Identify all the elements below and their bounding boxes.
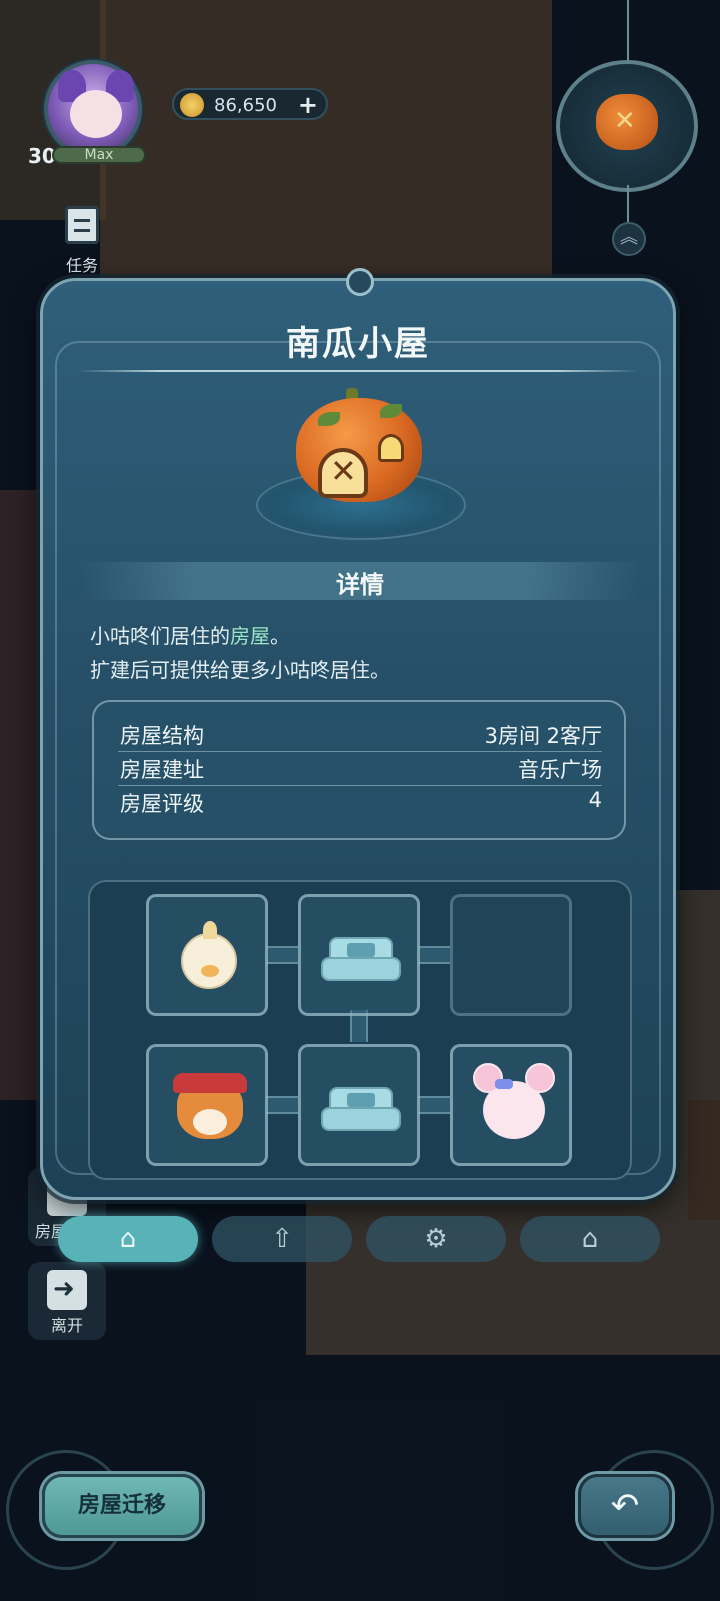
sofa-cushion [347,1093,375,1107]
sofa-seat [321,1107,401,1131]
fox-character-icon [173,1073,247,1139]
desc-prefix: 小咕咚们居住的 [90,624,230,648]
sofa-icon [321,937,401,985]
level-progress-bar: Max [52,146,146,164]
fox-muzzle [193,1109,227,1135]
info-label: 房屋结构 [120,724,204,748]
coin-icon [180,93,204,117]
quest-button[interactable]: 任务 [56,206,108,280]
panel-top-ornament [346,268,374,296]
tab-residents[interactable]: ⚙ [366,1216,506,1262]
cat-settings-icon: ⚙ [424,1224,448,1254]
house-move-button[interactable]: 房屋迁移 [42,1474,202,1538]
section-title: 详情 [336,571,384,599]
house-icon: ⌂ [119,1224,137,1254]
room-slot-6[interactable] [450,1044,572,1166]
pumpkin-house-mini-icon [596,94,658,150]
leave-label: 离开 [50,1316,83,1335]
quest-scroll-icon [65,206,99,244]
desc-suffix: 。 [270,624,290,648]
exit-icon [47,1270,87,1310]
room-connector [418,1096,450,1114]
player-avatar[interactable] [44,60,142,158]
tab-upgrade[interactable]: ⇧ [212,1216,352,1262]
room-slot-5[interactable] [298,1044,420,1166]
undo-arrow-icon: ↶ [610,1486,640,1526]
chick-beak [201,965,219,977]
house-wrench-icon: ⌂ [581,1224,599,1254]
chevron-up-icon[interactable]: ︽ [612,222,646,256]
sofa-icon [321,1087,401,1135]
leave-button[interactable]: 离开 [28,1262,106,1340]
title-divider [76,370,640,372]
info-value: 4 [588,788,602,812]
sofa-cushion [347,943,375,957]
back-button[interactable]: ↶ [578,1474,672,1538]
house-medallion[interactable] [556,60,698,192]
pumpkin-window [378,434,404,462]
chick-tuft [203,921,217,939]
tab-house-settings[interactable]: ⌂ [520,1216,660,1262]
upgrade-arrow-icon: ⇧ [271,1224,293,1254]
coin-counter: 86,650 + [172,88,328,120]
room-slot-3-empty[interactable] [450,894,572,1016]
tab-house-info[interactable]: ⌂ [58,1216,198,1262]
info-value: 3房间 2客厅 [484,724,602,748]
desc-highlight: 房屋 [230,624,270,648]
info-row-structure: 房屋结构 3房间 2客厅 [118,718,602,752]
mouse-character-icon [473,1063,555,1139]
panel-title: 南瓜小屋 [286,324,430,364]
avatar-face [70,90,122,138]
sofa-seat [321,957,401,981]
info-value: 音乐广场 [518,758,602,782]
coin-amount: 86,650 [214,95,277,116]
info-label: 房屋评级 [120,792,204,816]
room-slot-4[interactable] [146,1044,268,1166]
info-row-rating: 房屋评级 4 [118,786,602,820]
add-coins-button[interactable]: + [298,91,318,119]
description-line-2: 扩建后可提供给更多小咕咚居住。 [90,658,390,682]
info-label: 房屋建址 [120,758,204,782]
chick-character-icon [181,921,237,989]
info-row-location: 房屋建址 音乐广场 [118,752,602,786]
room-slot-2[interactable] [298,894,420,1016]
quest-label: 任务 [65,256,98,275]
room-slot-1[interactable] [146,894,268,1016]
medallion-chain-lower [627,185,629,225]
description-line-1: 小咕咚们居住的房屋。 [90,620,290,649]
mouse-bow [495,1079,513,1089]
room-connector [266,946,298,964]
room-connector [418,946,450,964]
mouse-ear-right [525,1063,555,1093]
pumpkin-door [318,448,368,498]
room-connector [266,1096,298,1114]
fox-hat [173,1073,247,1093]
